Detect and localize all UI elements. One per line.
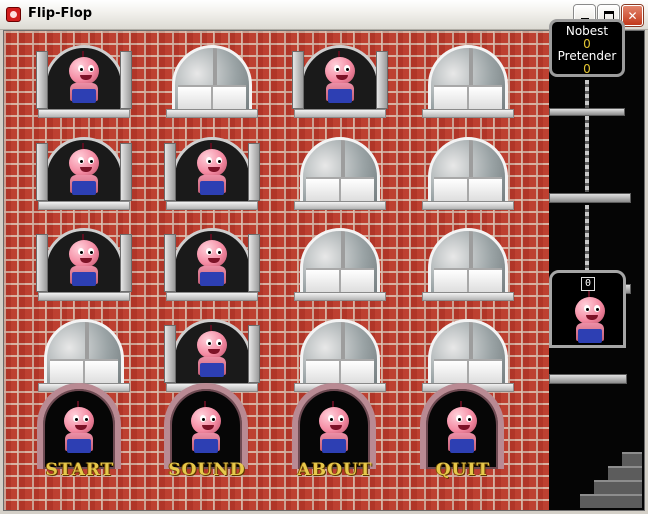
elevator: 0 (549, 270, 626, 348)
window-sill (38, 109, 130, 118)
quit-button[interactable]: QUIT (413, 460, 513, 480)
window-open[interactable] (164, 137, 260, 210)
window-sill (294, 109, 386, 118)
character-icon (444, 401, 480, 455)
window-closed[interactable] (422, 45, 514, 118)
character-icon (66, 143, 102, 197)
stair-step (608, 466, 642, 480)
character-icon (66, 51, 102, 105)
score-panel: Nobest 0 Pretender 0 (549, 19, 625, 77)
window-sill (422, 201, 514, 210)
window-closed[interactable] (422, 137, 514, 210)
window-shutter (434, 177, 502, 203)
stair-step (594, 480, 642, 494)
door-sound[interactable] (164, 383, 248, 469)
player2-label: Pretender (557, 49, 617, 63)
lower-ledge (549, 374, 627, 384)
door-about[interactable] (292, 383, 376, 469)
window-pane (164, 234, 176, 292)
window-pane (120, 51, 132, 109)
start-button[interactable]: START (30, 460, 130, 480)
window-open[interactable] (36, 45, 132, 118)
elevator-counter: 0 (581, 277, 595, 291)
stair-step (580, 494, 642, 508)
window-sill (166, 201, 258, 210)
character-icon (188, 401, 224, 455)
window-title: Flip-Flop (28, 6, 93, 21)
window-shutter (306, 268, 374, 294)
window-sill (166, 292, 258, 301)
window-sill (166, 109, 258, 118)
window-sill (294, 292, 386, 301)
window-open[interactable] (164, 319, 260, 392)
character-icon (316, 401, 352, 455)
close-button[interactable]: ✕ (622, 5, 643, 26)
door-start[interactable] (37, 383, 121, 469)
window-shutter (434, 268, 502, 294)
close-icon: ✕ (627, 8, 638, 23)
window-pane (36, 143, 48, 201)
door-quit[interactable] (420, 383, 504, 469)
window-sill (422, 109, 514, 118)
window-pane (376, 51, 388, 109)
window-pane (248, 234, 260, 292)
chain (585, 116, 589, 192)
window-sill (38, 201, 130, 210)
window-pane (36, 234, 48, 292)
window-sill (422, 292, 514, 301)
character-icon (572, 291, 608, 345)
window-open[interactable] (36, 228, 132, 301)
window-shutter (178, 85, 246, 111)
chain (585, 80, 589, 110)
window-open[interactable] (36, 137, 132, 210)
window-closed[interactable] (294, 137, 386, 210)
player1-label: Nobest (565, 24, 609, 38)
window-shutter (306, 359, 374, 385)
window-shutter (306, 177, 374, 203)
window-pane (248, 325, 260, 383)
app-icon[interactable] (6, 7, 21, 22)
stair-step (622, 452, 642, 466)
window-closed[interactable] (422, 228, 514, 301)
character-icon (61, 401, 97, 455)
window-shutter (434, 359, 502, 385)
character-icon (194, 143, 230, 197)
window-open[interactable] (292, 45, 388, 118)
character-icon (194, 234, 230, 288)
character-icon (322, 51, 358, 105)
window-sill (294, 201, 386, 210)
character-icon (194, 325, 230, 379)
window-pane (120, 234, 132, 292)
window-sill (38, 292, 130, 301)
hanger-ledge (549, 108, 625, 116)
character-icon (66, 234, 102, 288)
window-open[interactable] (164, 228, 260, 301)
window-pane (36, 51, 48, 109)
window-closed[interactable] (422, 319, 514, 392)
window-closed[interactable] (294, 228, 386, 301)
player2-score: 0 (583, 62, 591, 76)
upper-ledge (549, 193, 631, 203)
window-pane (164, 143, 176, 201)
window-closed[interactable] (294, 319, 386, 392)
window-closed[interactable] (38, 319, 130, 392)
window-pane (164, 325, 176, 383)
window-closed[interactable] (166, 45, 258, 118)
window-pane (248, 143, 260, 201)
window-shutter (434, 85, 502, 111)
window-pane (120, 143, 132, 201)
window-pane (292, 51, 304, 109)
window-shutter (50, 359, 118, 385)
about-button[interactable]: ABOUT (285, 460, 385, 480)
sound-button[interactable]: SOUND (157, 460, 257, 480)
